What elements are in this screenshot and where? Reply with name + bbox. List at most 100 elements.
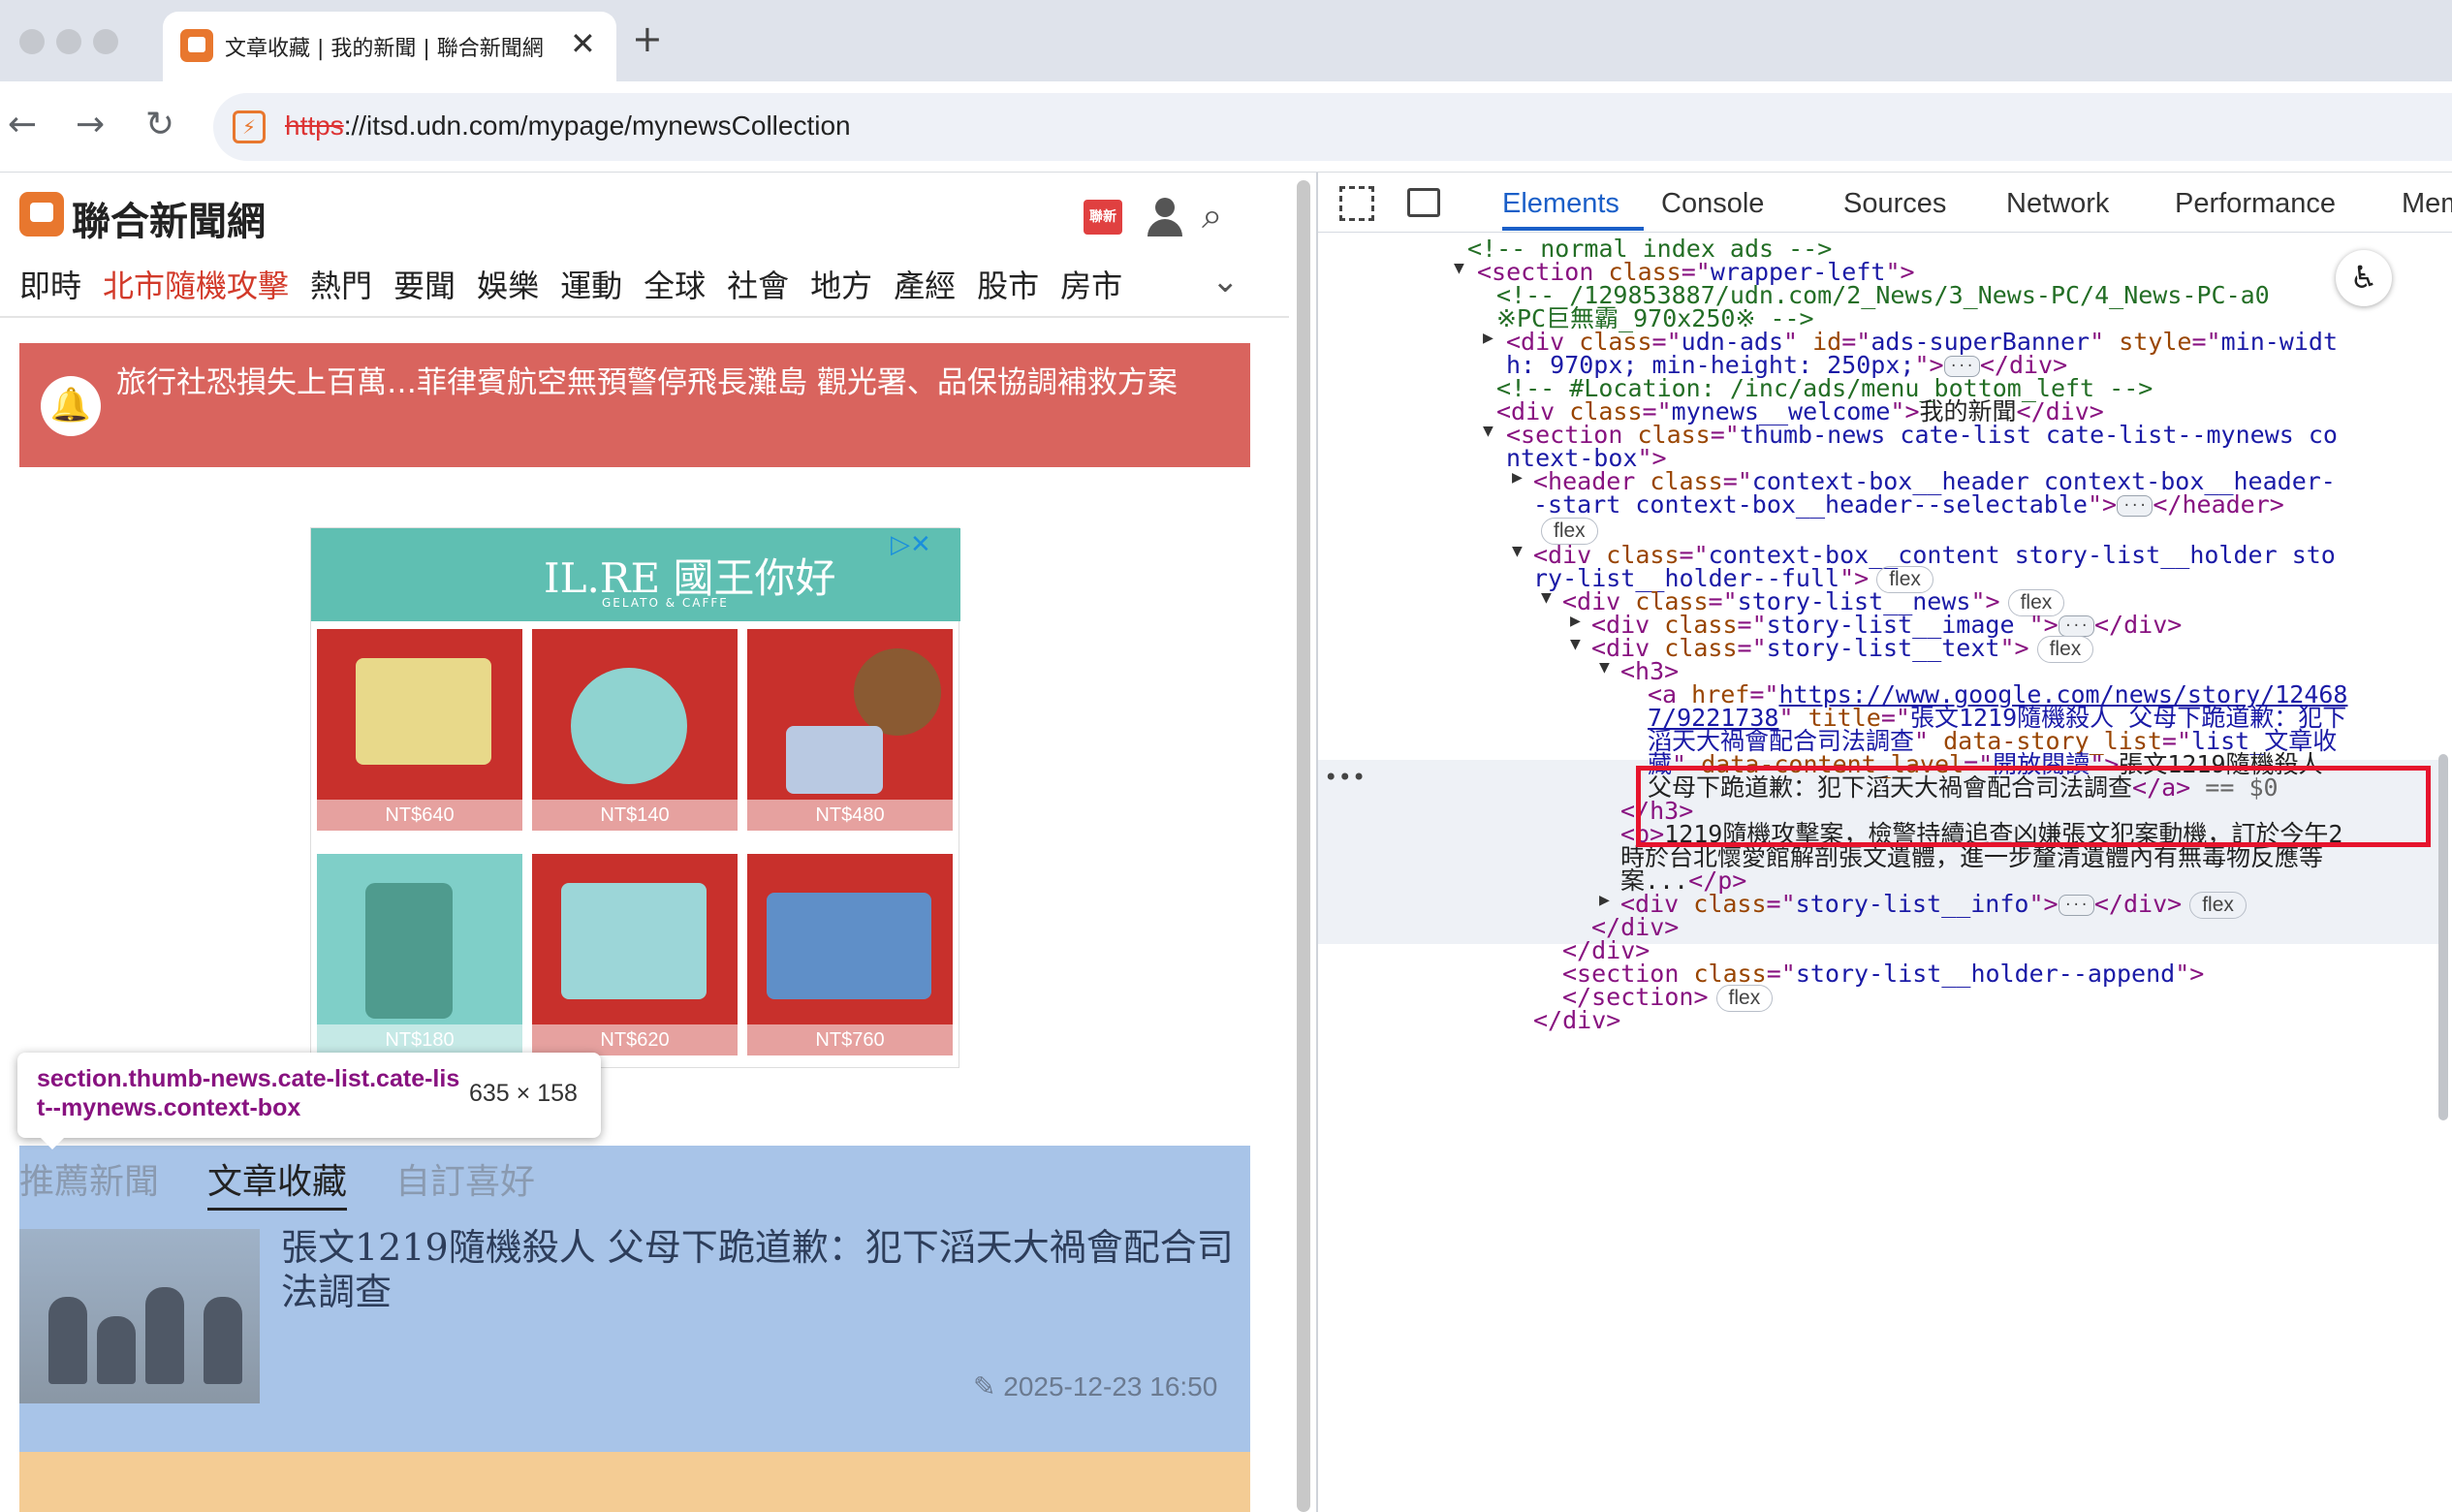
chevron-down-icon[interactable]: ⌄ (1211, 262, 1240, 300)
menu-item[interactable]: 全球 (644, 268, 706, 304)
close-window-button[interactable] (19, 29, 45, 54)
ad-price: NT$180 (317, 1024, 522, 1055)
alert-text[interactable]: 旅行社恐損失上百萬…菲律賓航空無預警停飛長灘島 觀光署、品保協調補救方案 (116, 361, 1221, 405)
story-title-link[interactable]: 張文1219隨機殺人 父母下跪道歉：犯下滔天大禍會配合司法調查 (281, 1225, 1241, 1314)
expanded-triangle-icon[interactable]: ▼ (1599, 657, 1610, 677)
menu-item[interactable]: 即時 (19, 268, 81, 304)
breaking-news-alert[interactable]: 🔔 旅行社恐損失上百萬…菲律賓航空無預警停飛長灘島 觀光署、品保協調補救方案 (19, 343, 1250, 467)
menu-item[interactable]: 社會 (727, 268, 789, 304)
ad-price: NT$140 (532, 800, 738, 831)
menu-item[interactable]: 熱門 (310, 268, 372, 304)
close-tab-icon[interactable]: ✕ (570, 25, 596, 62)
navigation-bar: ← → ↻ ⚡ https://itsd.udn.com/mypage/myne… (0, 81, 2452, 173)
ad-product-tile[interactable]: NT$640 (317, 629, 522, 831)
browser-tab[interactable]: 文章收藏 | 我的新聞 | 聯合新聞網 ✕ (163, 12, 616, 81)
minimize-window-button[interactable] (56, 29, 81, 54)
ad-price: NT$480 (747, 800, 953, 831)
ad-price: NT$760 (747, 1024, 953, 1055)
expanded-triangle-icon[interactable]: ▼ (1570, 634, 1581, 654)
bell-icon: 🔔 (41, 376, 101, 436)
reload-button[interactable]: ↻ (145, 105, 174, 144)
menu-item[interactable]: 地方 (810, 268, 872, 304)
devtools-scrollbar[interactable] (2438, 754, 2448, 1120)
site-logo[interactable]: 聯合新聞網 (72, 190, 266, 246)
url-text[interactable]: https://itsd.udn.com/mypage/mynewsCollec… (285, 110, 851, 142)
device-toolbar-icon[interactable] (1407, 188, 1440, 217)
ad-product-tile[interactable]: NT$760 (747, 854, 953, 1055)
tooltip-arrow (39, 1136, 66, 1150)
search-icon[interactable]: ⌕ (1202, 194, 1222, 237)
tab-network[interactable]: Network (2006, 188, 2109, 220)
collapsed-triangle-icon[interactable]: ▶ (1570, 611, 1581, 631)
annotation-red-box (1636, 766, 2431, 847)
user-icon[interactable] (1146, 196, 1184, 238)
menu-item[interactable]: 產經 (894, 268, 956, 304)
advertisement[interactable]: IL.RE 國王你好 GELATO & CAFFE ▷✕ NT$640 NT$1… (310, 527, 960, 1068)
new-tab-button[interactable]: + (632, 17, 663, 60)
ad-price: NT$620 (532, 1024, 738, 1055)
story-timestamp: ✎ 2025-12-23 16:50 (973, 1370, 1217, 1402)
page-scrollbar[interactable] (1297, 180, 1310, 1512)
collapsed-triangle-icon[interactable]: ▶ (1512, 467, 1523, 488)
expanded-triangle-icon[interactable]: ▼ (1541, 587, 1552, 608)
address-bar[interactable]: ⚡ https://itsd.udn.com/mypage/mynewsColl… (213, 93, 2452, 161)
menu-item-hot[interactable]: 北市隨機攻擊 (103, 268, 289, 304)
collapsed-triangle-icon[interactable]: ▶ (1599, 890, 1610, 910)
forward-button[interactable]: → (76, 105, 105, 144)
ad-product-tile[interactable]: NT$620 (532, 854, 738, 1055)
tab-title: 文章收藏 | 我的新聞 | 聯合新聞網 (225, 37, 544, 61)
dom-node[interactable]: </div> (1533, 1004, 1620, 1037)
expanded-triangle-icon[interactable]: ▼ (1454, 258, 1464, 278)
url-scheme: https (285, 110, 344, 141)
edit-icon: ✎ (973, 1371, 1004, 1402)
dom-node-cont[interactable]: -start context-box__header--selectable">… (1533, 488, 2284, 521)
tab-strip: 文章收藏 | 我的新聞 | 聯合新聞網 ✕ + (0, 0, 2452, 81)
url-path: ://itsd.udn.com/mypage/mynewsCollection (343, 110, 851, 141)
tab-preferences[interactable]: 自訂喜好 (395, 1162, 535, 1202)
site-info-icon[interactable]: ⚡ (233, 110, 266, 143)
udn-news-badge-icon[interactable]: 聯新 (1084, 200, 1122, 235)
tab-memory[interactable]: Mem (2402, 188, 2452, 220)
tab-elements[interactable]: Elements (1502, 188, 1619, 220)
zoom-window-button[interactable] (93, 29, 118, 54)
dom-node[interactable]: <div class="story-list__info"> ··· </div> f… (1620, 888, 2247, 921)
menu-item[interactable]: 要聞 (393, 268, 456, 304)
main-menu: 即時 北市隨機攻擊 熱門 要聞 娛樂 運動 全球 社會 地方 產經 股市 房市 (19, 262, 1144, 310)
story-time-text: 2025-12-23 16:50 (1003, 1371, 1218, 1402)
dom-tree: ••• <!-- normal index ads --> ▼ <section… (1318, 233, 2452, 1512)
devtools-panel: Elements Console Sources Network Perform… (1318, 173, 2452, 1512)
ad-choices-icon[interactable]: ▷✕ (891, 530, 931, 559)
active-tab-indicator (1502, 227, 1644, 231)
udn-logo-icon[interactable] (19, 192, 64, 236)
tab-performance[interactable]: Performance (2175, 188, 2336, 220)
back-button[interactable]: ← (8, 105, 37, 144)
tab-recommended[interactable]: 推薦新聞 (19, 1162, 159, 1202)
menu-item[interactable]: 運動 (560, 268, 622, 304)
ad-product-tile[interactable]: NT$480 (747, 629, 953, 831)
ad-header: IL.RE 國王你好 GELATO & CAFFE ▷✕ (311, 528, 960, 621)
menu-item[interactable]: 房市 (1060, 268, 1122, 304)
flex-badge[interactable]: flex (2189, 892, 2247, 919)
tab-console[interactable]: Console (1661, 188, 1764, 220)
web-page: 聯合新聞網 聯新 ⌕ 即時 北市隨機攻擊 熱門 要聞 娛樂 運動 全球 社會 地方 產經 股市 房市 … (0, 173, 1289, 1512)
menu-item[interactable]: 股市 (977, 268, 1039, 304)
menu-item[interactable]: 娛樂 (477, 268, 539, 304)
collapsed-triangle-icon[interactable]: ▶ (1483, 328, 1493, 348)
flex-badge[interactable]: flex (2036, 636, 2094, 663)
tooltip-selector: section.thumb-news.cate-list.cate-list--… (37, 1065, 460, 1121)
flex-badge[interactable]: flex (1715, 985, 1774, 1012)
expanded-triangle-icon[interactable]: ▼ (1483, 421, 1493, 441)
ad-product-tile[interactable]: NT$180 (317, 854, 522, 1055)
accessibility-icon[interactable]: ♿ (2336, 250, 2392, 306)
udn-favicon-icon (180, 29, 213, 62)
devtools-toolbar: Elements Console Sources Network Perform… (1318, 173, 2452, 233)
next-section (19, 1452, 1250, 1512)
node-actions-icon[interactable]: ••• (1324, 764, 1366, 791)
inspect-element-icon[interactable] (1339, 186, 1374, 221)
story-thumbnail[interactable] (19, 1229, 260, 1403)
tab-sources[interactable]: Sources (1843, 188, 1946, 220)
mynews-tabs: 推薦新聞 文章收藏 自訂喜好 (19, 1153, 583, 1211)
tab-collection[interactable]: 文章收藏 (207, 1162, 348, 1211)
expanded-triangle-icon[interactable]: ▼ (1512, 541, 1523, 561)
ad-product-tile[interactable]: NT$140 (532, 629, 738, 831)
